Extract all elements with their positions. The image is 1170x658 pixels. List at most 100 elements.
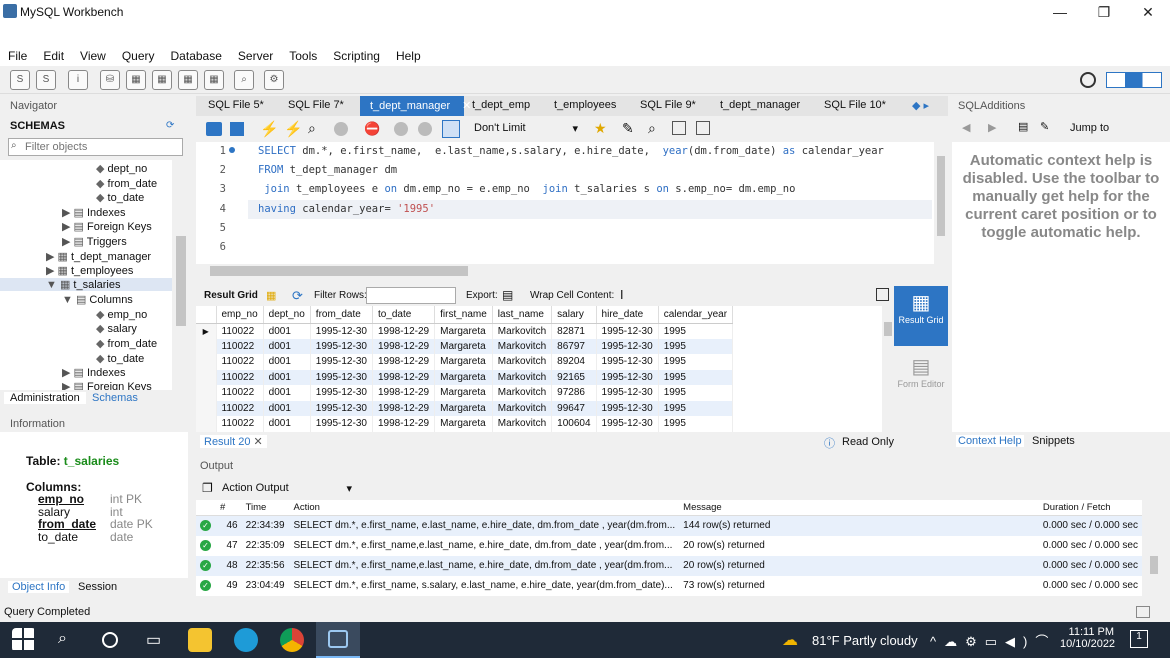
wrap-lines-icon[interactable] [696,121,710,135]
table-cell[interactable]: 1998-12-29 [372,400,436,416]
tab-snippets[interactable]: Snippets [1032,435,1075,447]
col-header[interactable]: last_name [492,306,553,324]
table-cell[interactable]: 1995 [658,354,734,370]
result-grid[interactable]: emp_no dept_no from_date to_date first_n… [196,306,882,432]
table-cell[interactable]: 1995 [658,338,734,354]
table-cell[interactable]: 1998-12-29 [372,323,436,339]
table-cell[interactable]: d001 [263,385,311,401]
table-cell[interactable]: 1998-12-29 [372,416,436,432]
table-cell[interactable]: Markovitch [492,385,553,401]
tab-t-dept-manager-active[interactable]: t_dept_manager ✕ [360,96,471,116]
form-editor-button[interactable]: ▤ Form Editor [894,350,948,406]
copy-output-icon[interactable]: ❐ [202,481,213,495]
table-cell[interactable]: Markovitch [492,323,553,339]
search-taskbar-icon[interactable]: ⌕ [58,630,67,648]
mysql-workbench-taskbar-button[interactable] [316,622,360,658]
table-cell[interactable]: d001 [263,323,311,339]
status-panel-icon[interactable] [1136,606,1150,618]
filter-objects-input[interactable] [8,138,183,156]
table-cell[interactable]: 1995-12-30 [596,369,659,385]
table-cell[interactable]: Margareta [434,416,493,432]
menu-scripting[interactable]: Scripting [325,46,388,66]
minimize-button[interactable]: — [1038,0,1082,24]
tab-t-dept-emp[interactable]: t_dept_emp [462,96,540,116]
col-header[interactable]: emp_no [216,306,264,324]
back-icon[interactable]: ◀ [962,121,970,134]
table-cell[interactable]: 1998-12-29 [372,385,436,401]
row-indicator[interactable]: ▶ [196,323,217,339]
editor-hscrollbar[interactable] [196,264,934,278]
row-indicator[interactable] [196,354,217,370]
table-cell[interactable]: 110022 [216,323,264,339]
col-header[interactable]: hire_date [596,306,659,324]
invisible-chars-icon[interactable] [672,121,686,135]
menu-query[interactable]: Query [114,46,163,66]
table-cell[interactable]: 1995 [658,385,734,401]
tab-scroll-icon[interactable]: ◆ ▸ [912,99,929,112]
snippets-icon[interactable]: ▤ [1018,120,1028,133]
tab-object-info[interactable]: Object Info [8,581,70,593]
file-explorer-icon[interactable] [188,628,212,652]
table-cell[interactable]: 82871 [551,323,597,339]
table-cell[interactable]: 110022 [216,400,264,416]
grid-icon[interactable]: ▦ [266,289,276,302]
menu-tools[interactable]: Tools [281,46,325,66]
table-cell[interactable]: 1998-12-29 [372,369,436,385]
tree-item[interactable]: ◆ dept_no [96,162,147,175]
table-cell[interactable]: 110022 [216,385,264,401]
table-cell[interactable]: 110022 [216,338,264,354]
inspector-icon[interactable]: i [68,70,88,90]
tab-t-dept-manager[interactable]: t_dept_manager [710,96,810,116]
menu-server[interactable]: Server [230,46,281,66]
table-cell[interactable]: 1995-12-30 [310,338,373,354]
table-cell[interactable]: 1995 [658,400,734,416]
tab-sql-file-9[interactable]: SQL File 9* [630,96,706,116]
result-grid-button[interactable]: ▦ Result Grid [894,286,948,346]
output-row[interactable]: ✓ 49 23:04:49 SELECT dm.*, e.first_name, s.… [196,576,1142,596]
tree-item[interactable]: ▼ ▤ Columns [62,293,133,306]
table-row[interactable]: 110022 d001 1995-12-30 1998-12-29 Margareta M… [196,369,734,385]
table-row[interactable]: 110022 d001 1995-12-30 1998-12-29 Margareta M… [196,354,734,370]
tree-item[interactable]: ▶ ▤ Indexes [62,206,126,219]
autocommit-icon[interactable] [442,120,460,138]
find-icon[interactable]: ✎ [622,120,634,137]
search-replace-icon[interactable]: ⌕ [648,120,656,137]
start-icon[interactable] [12,628,36,652]
action-output-select[interactable]: Action Output ▾ [218,480,354,498]
new-sql-tab-icon[interactable]: S [10,70,30,90]
table-cell[interactable]: 1995-12-30 [310,416,373,432]
row-indicator[interactable] [196,338,217,354]
create-function-icon[interactable]: ▦ [204,70,224,90]
table-cell[interactable]: Markovitch [492,400,553,416]
auto-help-icon[interactable]: ✎ [1040,120,1049,133]
table-cell[interactable]: 1995-12-30 [596,385,659,401]
table-cell[interactable]: Markovitch [492,369,553,385]
filter-rows-input[interactable] [366,287,456,304]
table-cell[interactable]: 89204 [551,354,597,370]
tree-item[interactable]: ▶ ▦ t_employees [46,264,133,277]
table-row[interactable]: ▶ 110022 d001 1995-12-30 1998-12-29 Margareta… [196,323,734,339]
refresh-result-icon[interactable]: ⟳ [292,288,303,304]
tree-item[interactable]: ◆ salary [96,322,137,335]
col-header[interactable]: dept_no [263,306,311,324]
settings-icon[interactable] [1080,72,1096,88]
save-icon[interactable] [230,122,244,136]
tab-sql-file-5[interactable]: SQL File 5* [198,96,274,116]
tab-session[interactable]: Session [78,581,117,593]
col-header[interactable]: to_date [372,306,436,324]
create-procedure-icon[interactable]: ▦ [178,70,198,90]
table-cell[interactable]: Markovitch [492,416,553,432]
table-cell[interactable]: 1995-12-30 [596,338,659,354]
create-table-icon[interactable]: ▦ [126,70,146,90]
table-cell[interactable]: d001 [263,354,311,370]
execute-current-icon[interactable]: ⚡ [284,120,303,138]
tree-item-selected[interactable]: ▼ ▦ t_salaries [0,278,172,291]
table-cell[interactable]: 1995 [658,323,734,339]
jump-to-select[interactable]: Jump to [1070,122,1109,134]
tree-item[interactable]: ▶ ▦ t_dept_manager [46,250,151,263]
rollback-icon[interactable] [418,122,432,136]
restore-button[interactable]: ❐ [1082,0,1126,24]
table-cell[interactable]: d001 [263,400,311,416]
menu-edit[interactable]: Edit [35,46,72,66]
table-cell[interactable]: 1995-12-30 [310,385,373,401]
